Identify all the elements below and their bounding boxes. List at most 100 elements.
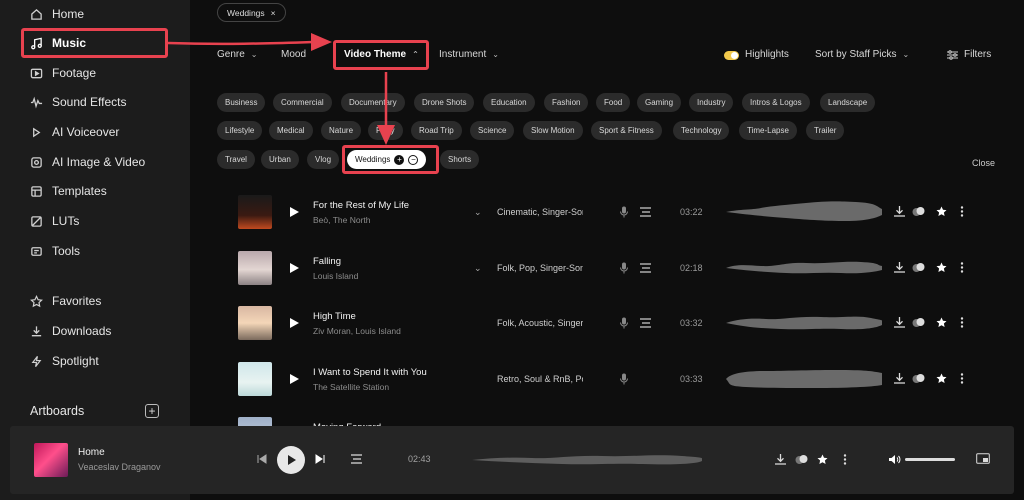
star-icon[interactable]: [817, 454, 828, 465]
player-track-title[interactable]: Home: [78, 447, 105, 458]
tag-landscape[interactable]: Landscape: [820, 93, 876, 112]
volume-slider[interactable]: [905, 458, 955, 461]
tag-intros-logos[interactable]: Intros & Logos: [742, 93, 810, 112]
download-icon[interactable]: [894, 317, 905, 328]
mini-player-icon[interactable]: [976, 453, 990, 465]
track-waveform[interactable]: [726, 364, 882, 394]
star-icon[interactable]: [936, 206, 947, 217]
stems-icon[interactable]: [640, 263, 651, 273]
track-title[interactable]: High Time: [313, 311, 356, 322]
tag-gaming[interactable]: Gaming: [637, 93, 682, 112]
tag-drone-shots[interactable]: Drone Shots: [414, 93, 475, 112]
tag-food[interactable]: Food: [596, 93, 631, 112]
tag-documentary[interactable]: Documentary: [341, 93, 405, 112]
play-icon[interactable]: [288, 206, 300, 218]
stems-icon[interactable]: [640, 318, 651, 328]
sidebar-item-downloads[interactable]: Downloads: [30, 320, 111, 342]
player-track-artist[interactable]: Veaceslav Draganov: [78, 462, 161, 472]
tag-business[interactable]: Business: [217, 93, 266, 112]
more-options-icon[interactable]: [843, 454, 847, 465]
more-options-icon[interactable]: [960, 373, 964, 384]
star-icon[interactable]: [936, 262, 947, 273]
track-waveform[interactable]: [726, 308, 882, 338]
more-options-icon[interactable]: [960, 206, 964, 217]
chevron-down-icon[interactable]: ⌄: [474, 207, 482, 218]
sidebar-item-favorites[interactable]: Favorites: [30, 290, 101, 312]
active-filter-chip[interactable]: Weddings ×: [217, 3, 286, 22]
star-icon[interactable]: [936, 317, 947, 328]
play-icon[interactable]: [288, 262, 300, 274]
sidebar-item-home[interactable]: Home: [30, 3, 84, 25]
tag-sport-fitness[interactable]: Sport & Fitness: [591, 121, 662, 140]
filters-button[interactable]: Filters: [947, 49, 991, 60]
more-options-icon[interactable]: [960, 262, 964, 273]
download-icon[interactable]: [894, 262, 905, 273]
track-row[interactable]: I Want to Spend It with You The Satellit…: [190, 362, 1024, 412]
similar-tracks-icon[interactable]: [795, 454, 808, 465]
track-artist[interactable]: Louis Island: [313, 271, 358, 281]
similar-tracks-icon[interactable]: [912, 317, 925, 328]
tag-medical[interactable]: Medical: [269, 121, 313, 140]
play-icon[interactable]: [288, 373, 300, 385]
tag-industry[interactable]: Industry: [689, 93, 734, 112]
stems-icon[interactable]: [351, 454, 362, 464]
track-artist[interactable]: Beò, The North: [313, 215, 371, 225]
close-tags-button[interactable]: Close: [972, 158, 995, 168]
tag-science[interactable]: Science: [470, 121, 515, 140]
track-title[interactable]: I Want to Spend It with You: [313, 367, 427, 378]
instrument-dropdown[interactable]: Instrument ⌄: [439, 49, 499, 60]
tag-fashion[interactable]: Fashion: [544, 93, 589, 112]
track-row[interactable]: For the Rest of My Life Beò, The North ⌄…: [190, 195, 1024, 245]
sort-dropdown[interactable]: Sort by Staff Picks ⌄: [815, 49, 909, 60]
player-waveform[interactable]: [472, 446, 702, 474]
more-options-icon[interactable]: [960, 317, 964, 328]
play-icon[interactable]: [288, 317, 300, 329]
track-waveform[interactable]: [726, 197, 882, 227]
add-artboard-button[interactable]: +: [145, 404, 159, 418]
tag-travel[interactable]: Travel: [217, 150, 255, 169]
sidebar-item-ai-voiceover[interactable]: AI Voiceover: [30, 121, 119, 143]
genre-dropdown[interactable]: Genre ⌄: [217, 49, 258, 60]
track-artist[interactable]: The Satellite Station: [313, 382, 389, 392]
similar-tracks-icon[interactable]: [912, 262, 925, 273]
previous-icon[interactable]: [257, 454, 267, 464]
sidebar-item-luts[interactable]: LUTs: [30, 210, 79, 232]
sidebar-item-templates[interactable]: Templates: [30, 180, 107, 202]
track-row[interactable]: High Time Ziv Moran, Louis Island Folk, …: [190, 306, 1024, 356]
tag-lifestyle[interactable]: Lifestyle: [217, 121, 263, 140]
tag-urban[interactable]: Urban: [261, 150, 299, 169]
tag-commercial[interactable]: Commercial: [273, 93, 332, 112]
sidebar-item-sound-effects[interactable]: Sound Effects: [30, 91, 127, 113]
volume-icon[interactable]: [888, 454, 901, 465]
sidebar-item-tools[interactable]: Tools: [30, 240, 80, 262]
mood-dropdown[interactable]: Mood: [281, 49, 306, 60]
download-icon[interactable]: [894, 206, 905, 217]
close-icon[interactable]: ×: [271, 8, 276, 18]
tag-time-lapse[interactable]: Time-Lapse: [739, 121, 797, 140]
track-artist[interactable]: Ziv Moran, Louis Island: [313, 326, 401, 336]
tag-trailer[interactable]: Trailer: [806, 121, 845, 140]
tag-vlog[interactable]: Vlog: [307, 150, 340, 169]
download-icon[interactable]: [894, 373, 905, 384]
tag-technology[interactable]: Technology: [673, 121, 730, 140]
tag-nature[interactable]: Nature: [321, 121, 362, 140]
chevron-down-icon[interactable]: ⌄: [474, 263, 482, 274]
track-waveform[interactable]: [726, 253, 882, 283]
stems-icon[interactable]: [640, 207, 651, 217]
tag-party[interactable]: Party: [368, 121, 403, 140]
track-row[interactable]: Falling Louis Island ⌄ Folk, Pop, Singer…: [190, 251, 1024, 301]
play-pause-button[interactable]: [277, 446, 305, 474]
tag-education[interactable]: Education: [483, 93, 535, 112]
tag-slow-motion[interactable]: Slow Motion: [523, 121, 583, 140]
similar-tracks-icon[interactable]: [912, 206, 925, 217]
tag-road-trip[interactable]: Road Trip: [411, 121, 462, 140]
download-icon[interactable]: [775, 454, 786, 465]
similar-tracks-icon[interactable]: [912, 373, 925, 384]
next-icon[interactable]: [315, 454, 325, 464]
track-title[interactable]: Falling: [313, 256, 341, 267]
tag-shorts[interactable]: Shorts: [440, 150, 480, 169]
star-icon[interactable]: [936, 373, 947, 384]
track-title[interactable]: For the Rest of My Life: [313, 200, 409, 211]
highlights-toggle[interactable]: [724, 51, 739, 60]
sidebar-item-spotlight[interactable]: Spotlight: [30, 350, 99, 372]
